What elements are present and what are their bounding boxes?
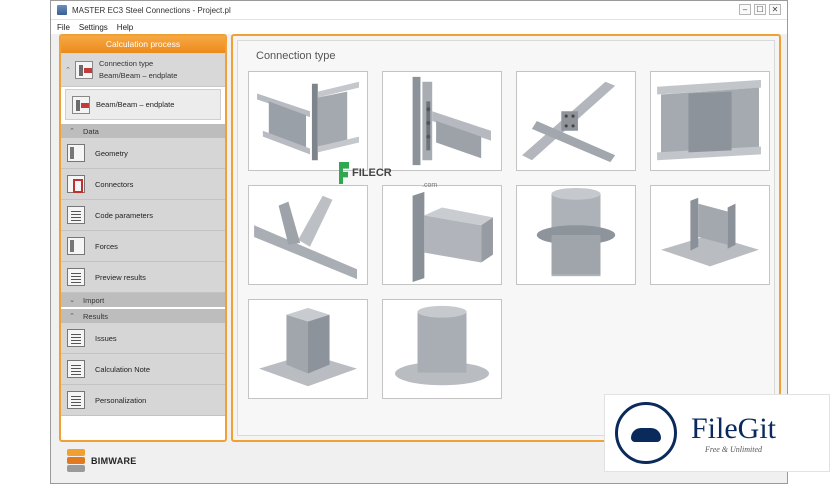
section-results[interactable]: ⌃ Results <box>61 309 225 323</box>
chevron-down-icon: ⌄ <box>69 297 75 304</box>
column-base-circular-icon <box>394 305 490 386</box>
tube-truss-icon <box>254 195 357 280</box>
bolted-splice-icon <box>657 79 761 161</box>
selected-connection-label: Beam/Beam – endplate <box>96 100 175 109</box>
bimware-logo: BIMWARE <box>65 448 137 474</box>
beam-endplate-icon <box>75 60 93 79</box>
window-title: MASTER EC3 Steel Connections - Project.p… <box>72 5 231 15</box>
nav-item-personalization[interactable]: Personalization <box>61 385 225 416</box>
badge-tagline: Free & Unlimited <box>704 444 763 454</box>
section-data[interactable]: ⌃ Data <box>61 124 225 138</box>
section-import[interactable]: ⌄ Import <box>61 293 225 307</box>
filegit-cloud-icon <box>615 402 677 464</box>
nav-item-label: Connectors <box>95 179 134 189</box>
menu-bar: File Settings Help <box>51 20 787 34</box>
preview-results-icon <box>67 268 85 286</box>
issues-icon <box>67 329 85 347</box>
tile-column-base-circular-tube[interactable] <box>382 299 502 399</box>
nav-item-forces[interactable]: Forces <box>61 231 225 262</box>
forces-icon <box>67 237 85 255</box>
title-bar: MASTER EC3 Steel Connections - Project.p… <box>51 1 787 20</box>
beam-endplate-icon <box>72 95 90 114</box>
menu-settings[interactable]: Settings <box>79 23 108 32</box>
crossing-beams-icon <box>522 81 616 163</box>
filecr-watermark: FILECR .com <box>339 162 437 189</box>
menu-help[interactable]: Help <box>117 23 133 32</box>
rectangular-tube-icon <box>412 191 493 283</box>
close-button[interactable]: ✕ <box>769 4 781 15</box>
chevron-up-icon: ⌃ <box>69 313 75 320</box>
menu-file[interactable]: File <box>57 23 70 32</box>
tile-tube-truss-node[interactable] <box>248 185 368 285</box>
tile-beam-to-column-bracket[interactable] <box>382 71 502 171</box>
step-connection-type[interactable]: ⌃ Connection type Beam/Beam – endplate <box>61 53 225 87</box>
tile-i-beam-bolted-splice[interactable] <box>650 71 770 171</box>
beam-bracket-icon <box>412 76 491 166</box>
tile-circular-tube-flange[interactable] <box>516 185 636 285</box>
logo-text: BIMWARE <box>91 456 137 466</box>
nav-item-label: Geometry <box>95 148 128 158</box>
nav-item-connectors[interactable]: Connectors <box>61 169 225 200</box>
tile-rectangular-tube-to-plate[interactable] <box>382 185 502 285</box>
gallery-title: Connection type <box>256 50 336 62</box>
badge-name: FileGit <box>691 411 777 445</box>
geometry-icon <box>67 144 85 162</box>
nav-item-issues[interactable]: Issues <box>61 323 225 354</box>
nav-item-label: Code parameters <box>95 210 153 220</box>
watermark-sub: .com <box>422 182 438 189</box>
tile-i-beam-to-i-beam-endplate[interactable] <box>248 71 368 171</box>
tile-column-base-rectangular-tube[interactable] <box>248 299 368 399</box>
nav-item-label: Calculation Note <box>95 364 151 374</box>
tile-column-base-i-section[interactable] <box>650 185 770 285</box>
tile-crossing-beams[interactable] <box>516 71 636 171</box>
nav-item-label: Issues <box>95 333 117 343</box>
section-results-label: Results <box>83 311 109 321</box>
code-parameters-icon <box>67 206 85 224</box>
watermark-name: FILECR <box>352 167 392 179</box>
panel-header: Calculation process <box>61 36 225 53</box>
section-import-label: Import <box>83 295 105 305</box>
calculation-process-panel: Calculation process ⌃ Connection type Be… <box>59 34 227 442</box>
minimize-button[interactable]: – <box>739 4 751 15</box>
step-subtitle: Beam/Beam – endplate <box>99 71 178 80</box>
chevron-up-icon[interactable]: ⌃ <box>61 66 75 74</box>
chevron-up-icon: ⌃ <box>69 128 75 135</box>
section-data-label: Data <box>83 126 99 136</box>
connectors-icon <box>67 175 85 193</box>
personalization-icon <box>67 391 85 409</box>
nav-item-geometry[interactable]: Geometry <box>61 138 225 169</box>
column-base-i-icon <box>661 197 759 267</box>
nav-item-calculation-note[interactable]: Calculation Note <box>61 354 225 385</box>
filegit-badge: FileGit Free & Unlimited <box>604 394 830 472</box>
nav-item-label: Personalization <box>95 395 147 405</box>
connection-gallery: Connection type <box>237 40 775 436</box>
calculation-note-icon <box>67 360 85 378</box>
logo-cube-icon <box>65 448 87 474</box>
connection-type-panel: Connection type <box>231 34 781 442</box>
step-title: Connection type <box>99 59 154 68</box>
circular-flange-icon <box>536 187 616 277</box>
window-controls: – ☐ ✕ <box>739 4 781 15</box>
i-beam-endplate-icon <box>257 81 359 161</box>
maximize-button[interactable]: ☐ <box>754 4 766 15</box>
nav-item-label: Forces <box>95 241 118 251</box>
column-base-rect-icon <box>259 307 357 387</box>
filecr-logo-icon <box>339 162 349 184</box>
nav-item-label: Preview results <box>95 272 146 282</box>
nav-item-preview-results[interactable]: Preview results <box>61 262 225 293</box>
nav-item-code-parameters[interactable]: Code parameters <box>61 200 225 231</box>
app-icon <box>57 5 67 15</box>
selected-connection[interactable]: Beam/Beam – endplate <box>65 89 221 120</box>
